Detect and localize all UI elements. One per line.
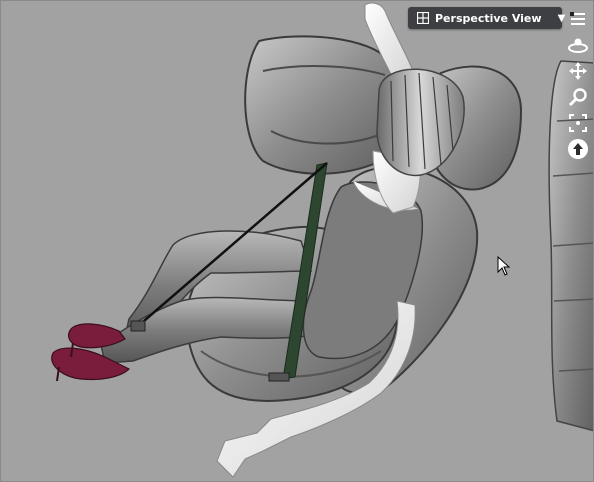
scene-render[interactable] (1, 1, 594, 482)
zoom-icon[interactable] (565, 84, 591, 110)
mouse-cursor-icon (497, 256, 511, 276)
3d-viewport[interactable]: Perspective View ▼ (0, 0, 594, 482)
aim-icon[interactable] (565, 136, 591, 162)
view-selector-dropdown[interactable]: Perspective View ▼ (408, 7, 565, 29)
pane-options-icon[interactable] (565, 6, 591, 32)
view-grid-icon (417, 11, 429, 25)
viewport-nav-toolbar (564, 6, 592, 168)
orbit-icon[interactable] (565, 32, 591, 58)
view-name-label: Perspective View (435, 11, 542, 25)
pan-icon[interactable] (565, 58, 591, 84)
frame-icon[interactable] (565, 110, 591, 136)
rear-headrest (244, 35, 396, 175)
